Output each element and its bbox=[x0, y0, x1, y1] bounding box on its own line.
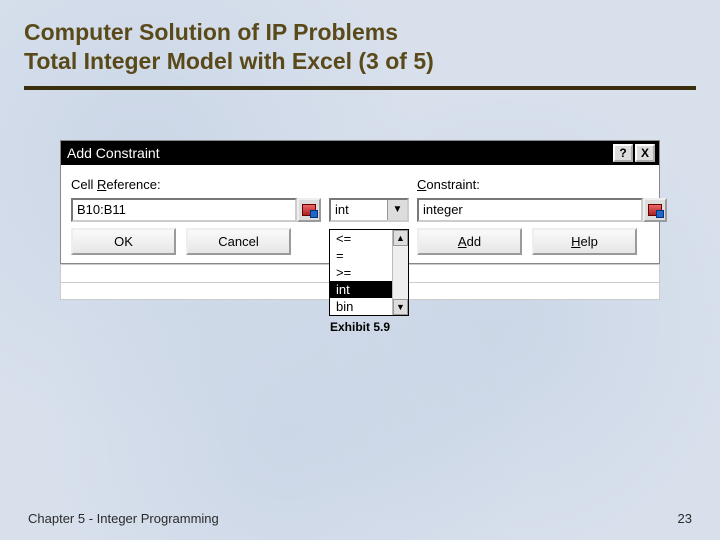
titlebar-close-button[interactable]: X bbox=[635, 144, 655, 162]
operator-value: int bbox=[331, 200, 387, 220]
cancel-button[interactable]: Cancel bbox=[186, 228, 291, 255]
footer-page-number: 23 bbox=[678, 511, 692, 526]
title-line-2: Total Integer Model with Excel (3 of 5) bbox=[24, 47, 696, 76]
slide-title: Computer Solution of IP Problems Total I… bbox=[0, 0, 720, 84]
dialog-title: Add Constraint bbox=[67, 145, 611, 161]
operator-dropdown-list[interactable]: <= = >= int bin ▲ ▼ bbox=[329, 229, 409, 316]
footer-chapter: Chapter 5 - Integer Programming bbox=[28, 511, 219, 526]
operator-dropdown[interactable]: int ▼ bbox=[329, 198, 409, 222]
cell-reference-input[interactable] bbox=[71, 198, 297, 222]
add-constraint-dialog: Add Constraint ? X Cell Reference: Const… bbox=[60, 140, 660, 264]
dialog-titlebar: Add Constraint ? X bbox=[61, 141, 659, 165]
help-button[interactable]: Help bbox=[532, 228, 637, 255]
question-icon: ? bbox=[619, 146, 626, 160]
range-picker-icon bbox=[302, 204, 316, 216]
constraint-input[interactable] bbox=[417, 198, 643, 222]
title-line-1: Computer Solution of IP Problems bbox=[24, 18, 696, 47]
cell-reference-label: Cell Reference: bbox=[71, 177, 321, 192]
cell-reference-range-picker[interactable] bbox=[297, 198, 321, 222]
constraint-range-picker[interactable] bbox=[643, 198, 667, 222]
chevron-down-icon: ▼ bbox=[387, 200, 407, 220]
close-icon: X bbox=[641, 146, 649, 160]
ok-button[interactable]: OK bbox=[71, 228, 176, 255]
slide-footer: Chapter 5 - Integer Programming 23 bbox=[28, 511, 692, 526]
dropdown-scrollbar[interactable]: ▲ ▼ bbox=[392, 230, 408, 315]
scroll-up-icon[interactable]: ▲ bbox=[393, 230, 408, 246]
exhibit-label: Exhibit 5.9 bbox=[60, 320, 660, 334]
scroll-down-icon[interactable]: ▼ bbox=[393, 299, 408, 315]
titlebar-help-button[interactable]: ? bbox=[613, 144, 633, 162]
title-underline bbox=[24, 86, 696, 90]
add-button[interactable]: Add bbox=[417, 228, 522, 255]
constraint-label: Constraint: bbox=[417, 177, 667, 192]
range-picker-icon bbox=[648, 204, 662, 216]
